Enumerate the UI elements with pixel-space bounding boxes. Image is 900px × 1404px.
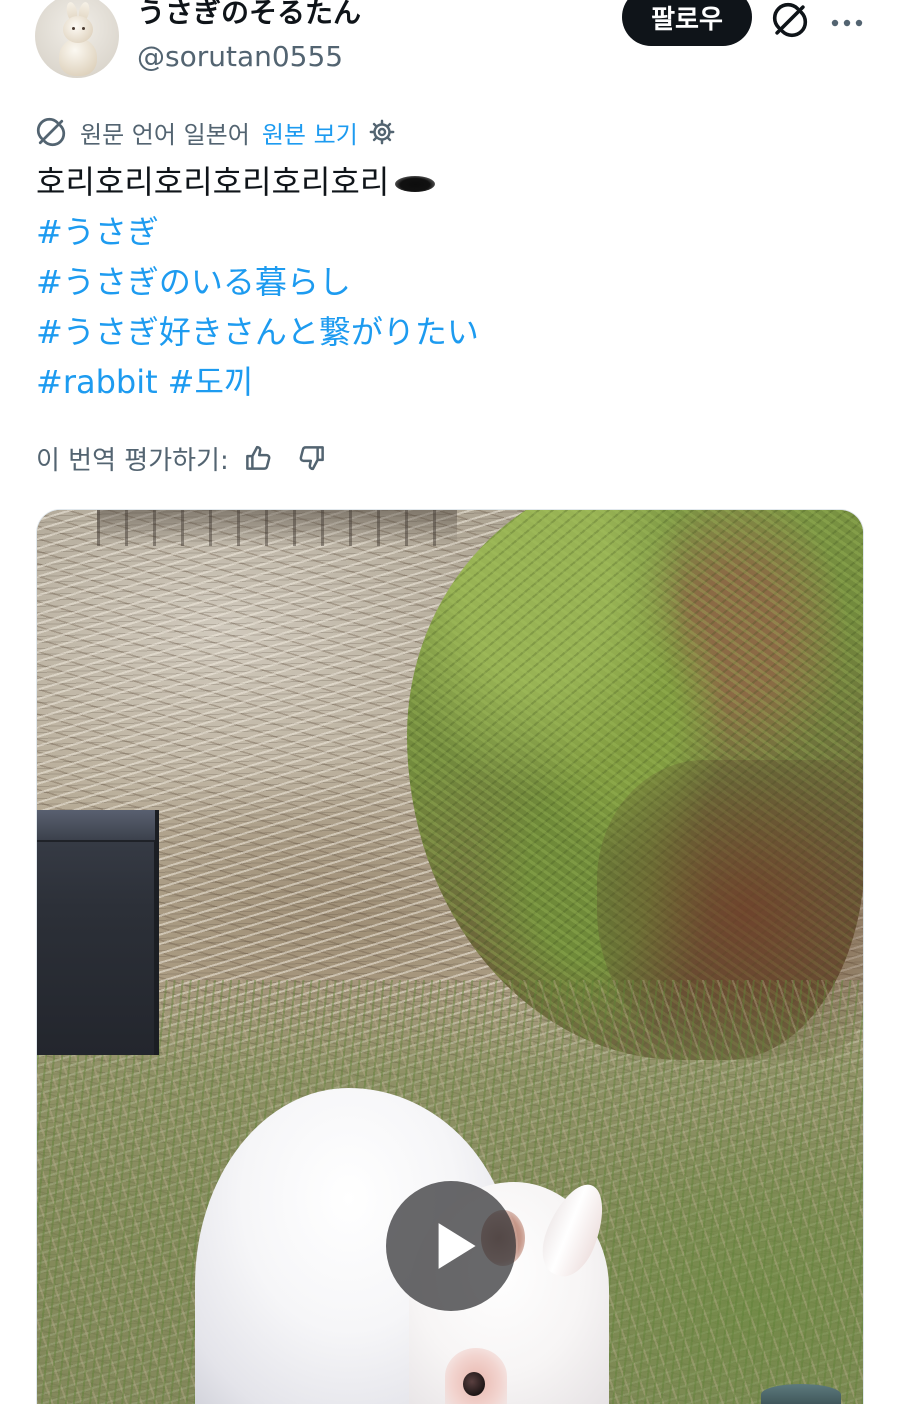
thumbs-down-icon[interactable] [297,443,327,473]
more-icon[interactable] [830,14,864,27]
post-text-line: 호리호리호리호리호리호리 [36,157,864,207]
translation-row: 원문 언어 일본어 원본 보기 [36,114,396,150]
play-icon [438,1223,476,1269]
avatar[interactable] [35,0,119,78]
hashtag-line: #うさぎ [36,207,864,257]
translation-source-note: 원문 언어 일본어 [80,120,250,149]
handle[interactable]: @sorutan0555 [137,39,343,75]
avatar-rabbit-head [63,16,93,43]
video-thumbnail-box [37,810,159,1055]
hashtag-line: #rabbit #도끼 [36,357,864,407]
hashtag-link[interactable]: #うさぎ好きさんと繋がりたい [36,313,479,351]
follow-button[interactable]: 팔로우 [622,0,752,46]
show-original-link[interactable]: 원본 보기 [262,115,358,150]
video-thumbnail-fence [97,510,457,546]
thumbs-up-icon[interactable] [243,443,273,473]
video-media[interactable] [36,509,864,1404]
hole-emoji-icon [395,176,436,192]
rate-translation-row: 이 번역 평가하기: [36,438,327,478]
avatar-rabbit-eye [72,27,75,30]
rabbit-eye [463,1372,485,1396]
avatar-rabbit-eye [82,27,85,30]
display-name[interactable]: うさぎのそるたん [137,0,361,31]
grok-icon[interactable] [772,2,808,38]
post-body: 호리호리호리호리호리호리 #うさぎ #うさぎのいる暮らし #うさぎ好きさんと繋が… [36,157,864,407]
grok-translate-icon [36,117,66,147]
hashtag-link[interactable]: #rabbit [36,363,158,401]
rate-translation-label: 이 번역 평가하기: [36,445,229,476]
play-button[interactable] [386,1181,516,1311]
hashtag-link[interactable]: #うさぎのいる暮らし [36,263,351,301]
hashtag-line: #うさぎ好きさんと繋がりたい [36,307,864,357]
video-thumbnail-box-lid [37,810,155,842]
hashtag-line: #うさぎのいる暮らし [36,257,864,307]
video-thumbnail-object [761,1384,841,1404]
gear-icon[interactable] [368,118,396,146]
hashtag-link[interactable]: #うさぎ [36,213,159,251]
post-text: 호리호리호리호리호리호리 [36,163,390,201]
hashtag-link[interactable]: #도끼 [168,363,254,401]
avatar-rabbit-body [59,38,97,76]
